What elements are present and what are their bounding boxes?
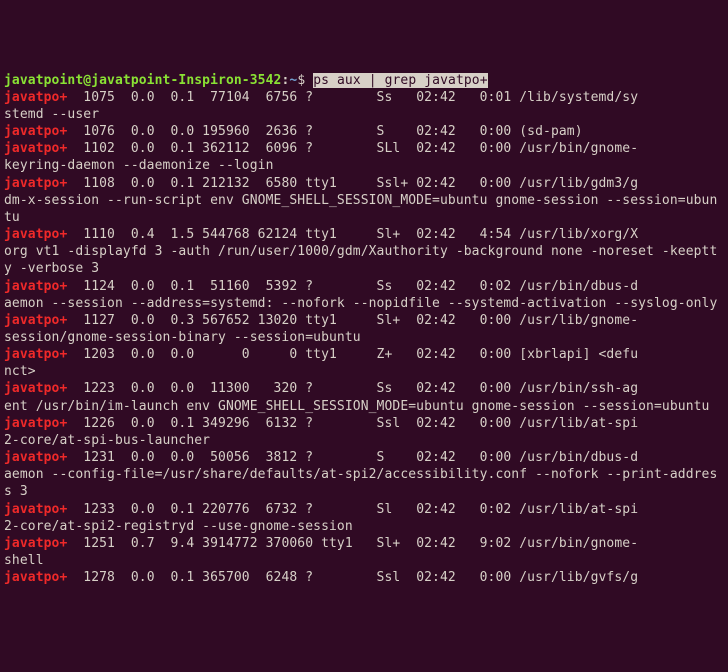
grep-match: javatpo+ [4, 279, 67, 294]
process-info: 1223 0.0 0.0 11300 320 ? Ss 02:42 0:00 /… [67, 381, 638, 396]
grep-match: javatpo+ [4, 416, 67, 431]
process-continuation: nct> [4, 364, 36, 379]
terminal-output[interactable]: javatpoint@javatpoint-Inspiron-3542:~$ p… [4, 72, 724, 587]
process-row: javatpo+ 1102 0.0 0.1 362112 6096 ? SLl … [4, 141, 638, 156]
grep-match: javatpo+ [4, 450, 67, 465]
process-continuation: org vt1 -displayfd 3 -auth /run/user/100… [4, 244, 717, 276]
process-row: javatpo+ 1233 0.0 0.1 220776 6732 ? Sl 0… [4, 502, 638, 517]
process-continuation: dm-x-session --run-script env GNOME_SHEL… [4, 193, 717, 225]
process-info: 1108 0.0 0.1 212132 6580 tty1 Ssl+ 02:42… [67, 176, 638, 191]
cmd-space [329, 73, 337, 88]
process-row: javatpo+ 1076 0.0 0.0 195960 2636 ? S 02… [4, 124, 583, 139]
process-row: javatpo+ 1251 0.7 9.4 3914772 370060 tty… [4, 536, 638, 551]
grep-match: javatpo+ [4, 227, 67, 242]
grep-match: javatpo+ [4, 141, 67, 156]
process-continuation: ent /usr/bin/im-launch env GNOME_SHELL_S… [4, 399, 709, 414]
grep-match: javatpo+ [4, 536, 67, 551]
cmd-space [377, 73, 385, 88]
process-continuation: stemd --user [4, 107, 99, 122]
process-info: 1110 0.4 1.5 544768 62124 tty1 Sl+ 02:42… [67, 227, 638, 242]
process-continuation: 2-core/at-spi-bus-launcher [4, 433, 210, 448]
grep-match: javatpo+ [4, 502, 67, 517]
process-row: javatpo+ 1075 0.0 0.1 77104 6756 ? Ss 02… [4, 90, 638, 105]
cmd-aux: aux [337, 73, 361, 88]
grep-match: javatpo+ [4, 90, 67, 105]
grep-match: javatpo+ [4, 176, 67, 191]
cmd-pattern: javatpo+ [424, 73, 487, 88]
prompt-user-host: javatpoint@javatpoint-Inspiron-3542 [4, 73, 281, 88]
cmd-grep: grep [385, 73, 417, 88]
process-continuation: shell [4, 553, 44, 568]
process-info: 1251 0.7 9.4 3914772 370060 tty1 Sl+ 02:… [67, 536, 638, 551]
process-row: javatpo+ 1110 0.4 1.5 544768 62124 tty1 … [4, 227, 638, 242]
prompt-dollar: $ [297, 73, 305, 88]
process-info: 1203 0.0 0.0 0 0 tty1 Z+ 02:42 0:00 [xbr… [67, 347, 638, 362]
grep-match: javatpo+ [4, 347, 67, 362]
process-info: 1233 0.0 0.1 220776 6732 ? Sl 02:42 0:02… [67, 502, 638, 517]
grep-match: javatpo+ [4, 381, 67, 396]
process-row: javatpo+ 1226 0.0 0.1 349296 6132 ? Ssl … [4, 416, 638, 431]
cmd-space [361, 73, 369, 88]
process-row: javatpo+ 1127 0.0 0.3 567652 13020 tty1 … [4, 313, 638, 328]
grep-match: javatpo+ [4, 313, 67, 328]
process-info: 1076 0.0 0.0 195960 2636 ? S 02:42 0:00 … [67, 124, 582, 139]
process-continuation: 2-core/at-spi2-registryd --use-gnome-ses… [4, 519, 353, 534]
process-info: 1075 0.0 0.1 77104 6756 ? Ss 02:42 0:01 … [67, 90, 638, 105]
cmd-pipe: | [369, 73, 377, 88]
process-row: javatpo+ 1124 0.0 0.1 51160 5392 ? Ss 02… [4, 279, 638, 294]
process-info: 1226 0.0 0.1 349296 6132 ? Ssl 02:42 0:0… [67, 416, 638, 431]
process-info: 1102 0.0 0.1 362112 6096 ? SLl 02:42 0:0… [67, 141, 638, 156]
process-row: javatpo+ 1203 0.0 0.0 0 0 tty1 Z+ 02:42 … [4, 347, 638, 362]
grep-match: javatpo+ [4, 124, 67, 139]
cmd-ps: ps [313, 73, 329, 88]
process-continuation: aemon --session --address=systemd: --nof… [4, 296, 717, 311]
process-info: 1124 0.0 0.1 51160 5392 ? Ss 02:42 0:02 … [67, 279, 638, 294]
process-continuation: session/gnome-session-binary --session=u… [4, 330, 361, 345]
process-info: 1231 0.0 0.0 50056 3812 ? S 02:42 0:00 /… [67, 450, 638, 465]
process-info: 1127 0.0 0.3 567652 13020 tty1 Sl+ 02:42… [67, 313, 638, 328]
process-continuation: aemon --config-file=/usr/share/defaults/… [4, 467, 717, 499]
process-row: javatpo+ 1108 0.0 0.1 212132 6580 tty1 S… [4, 176, 638, 191]
process-row: javatpo+ 1223 0.0 0.0 11300 320 ? Ss 02:… [4, 381, 638, 396]
process-row: javatpo+ 1231 0.0 0.0 50056 3812 ? S 02:… [4, 450, 638, 465]
process-continuation: keyring-daemon --daemonize --login [4, 158, 274, 173]
